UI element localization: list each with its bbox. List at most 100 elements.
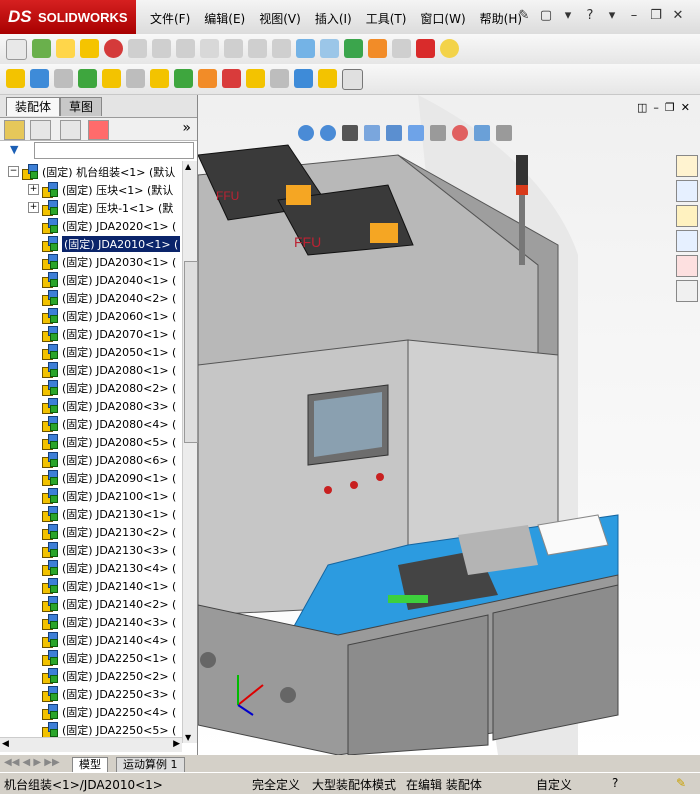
- new-motion-study-icon[interactable]: [198, 69, 217, 88]
- scroll-up-icon[interactable]: ▲: [185, 162, 191, 171]
- tree-root[interactable]: − (固定) 机台组装<1> (默认: [0, 163, 182, 180]
- dropdown-icon[interactable]: ▾: [604, 7, 620, 23]
- balance-icon[interactable]: [56, 39, 75, 58]
- scroll-left-icon[interactable]: ◀: [2, 739, 9, 749]
- spelling-icon[interactable]: [6, 39, 27, 60]
- tree-item[interactable]: (固定) JDA2140<2> (: [0, 595, 182, 612]
- tree-item[interactable]: (固定) JDA2040<1> (: [0, 271, 182, 288]
- tab-motion-study[interactable]: 运动算例 1: [116, 757, 185, 773]
- expand-panel-icon[interactable]: »: [182, 120, 191, 136]
- rebuild-icon[interactable]: ✎: [676, 776, 686, 790]
- tree-item[interactable]: (固定) JDA2020<1> (: [0, 217, 182, 234]
- exploded-view-icon[interactable]: [246, 69, 265, 88]
- menu-window[interactable]: 窗口(W): [420, 10, 465, 27]
- component-icon[interactable]: [6, 69, 25, 88]
- view-settings-icon[interactable]: [496, 125, 512, 141]
- appearances-icon[interactable]: [676, 255, 698, 277]
- tree-item[interactable]: (固定) JDA2130<4> (: [0, 559, 182, 576]
- tab-nav-icons[interactable]: ◀◀ ◀ ▶ ▶▶: [4, 757, 60, 768]
- file-explorer-icon[interactable]: [676, 205, 698, 227]
- pattern-icon[interactable]: [78, 69, 97, 88]
- edit-appearance-icon[interactable]: [452, 125, 468, 141]
- menu-edit[interactable]: 编辑(E): [204, 10, 245, 27]
- close-icon[interactable]: ✕: [670, 7, 686, 23]
- tree-item[interactable]: (固定) JDA2250<3> (: [0, 685, 182, 702]
- assembly-features-icon[interactable]: [150, 69, 169, 88]
- tree-item[interactable]: (固定) JDA2100<1> (: [0, 487, 182, 504]
- menu-view[interactable]: 视图(V): [259, 10, 301, 27]
- explode-icon[interactable]: [320, 39, 339, 58]
- tree-item[interactable]: (固定) JDA2070<1> (: [0, 325, 182, 342]
- toggle-icon[interactable]: [344, 39, 363, 58]
- menu-file[interactable]: 文件(F): [150, 10, 190, 27]
- minimize-icon[interactable]: –: [653, 101, 659, 114]
- design-library-icon[interactable]: [676, 180, 698, 202]
- realview-icon[interactable]: [440, 39, 459, 58]
- measure-icon[interactable]: [104, 39, 123, 58]
- tree-item[interactable]: (固定) JDA2050<1> (: [0, 343, 182, 360]
- display-manager-icon[interactable]: [88, 120, 109, 140]
- tab-model[interactable]: 模型: [72, 757, 108, 773]
- gear-icon[interactable]: [368, 39, 387, 58]
- menu-tools[interactable]: 工具(T): [366, 10, 407, 27]
- scroll-down-icon[interactable]: ▼: [185, 733, 191, 742]
- section-view-icon[interactable]: [364, 125, 380, 141]
- collapse-icon[interactable]: −: [8, 166, 19, 177]
- tree-item[interactable]: (固定) JDA2080<2> (: [0, 379, 182, 396]
- show-hide-icon[interactable]: [126, 69, 145, 88]
- tree-item[interactable]: (固定) JDA2250<2> (: [0, 667, 182, 684]
- help-icon[interactable]: ?: [582, 7, 598, 23]
- sum-icon[interactable]: [200, 39, 219, 58]
- tree-vertical-scrollbar[interactable]: ▲ ▼: [182, 161, 198, 743]
- new-part-icon[interactable]: [30, 69, 49, 88]
- tree-item[interactable]: (固定) JDA2040<2> (: [0, 289, 182, 306]
- solidworks-logo[interactable]: DS SOLIDWORKS: [0, 0, 136, 34]
- tree-item[interactable]: (固定) JDA2080<4> (: [0, 415, 182, 432]
- hide-show-items-icon[interactable]: [430, 125, 446, 141]
- new-document-icon[interactable]: ▢: [538, 7, 554, 23]
- tab-sketch[interactable]: 草图: [60, 97, 103, 116]
- graphics-area[interactable]: FFU FFU ◫ – ❐ ✕: [198, 95, 700, 755]
- tree-item[interactable]: + (固定) 压块<1> (默认: [0, 181, 182, 198]
- expand-icon[interactable]: +: [28, 202, 39, 213]
- smart-fastener-icon[interactable]: [270, 69, 289, 88]
- configuration-manager-icon[interactable]: [60, 120, 81, 140]
- units-selector[interactable]: 自定义: [536, 776, 572, 793]
- restore-icon[interactable]: ❐: [665, 101, 675, 114]
- tree-item[interactable]: (固定) JDA2090<1> (: [0, 469, 182, 486]
- tree-item[interactable]: (固定) JDA2130<3> (: [0, 541, 182, 558]
- filter-icon[interactable]: ▼: [10, 143, 18, 156]
- dropdown-icon[interactable]: ▾: [560, 7, 576, 23]
- pin-icon[interactable]: ✎: [516, 7, 532, 23]
- tree-item[interactable]: (固定) JDA2140<3> (: [0, 613, 182, 630]
- view-orientation-icon[interactable]: [386, 125, 402, 141]
- move-component-icon[interactable]: [102, 69, 121, 88]
- tree-item[interactable]: (固定) JDA2140<4> (: [0, 631, 182, 648]
- minimize-icon[interactable]: –: [626, 7, 642, 23]
- expand-icon[interactable]: +: [28, 184, 39, 195]
- tree-item[interactable]: (固定) JDA2140<1> (: [0, 577, 182, 594]
- filter-input[interactable]: [34, 142, 194, 159]
- tree-item[interactable]: (固定) JDA2030<1> (: [0, 253, 182, 270]
- scroll-thumb[interactable]: [184, 261, 198, 443]
- property-manager-icon[interactable]: [30, 120, 51, 140]
- tree-item[interactable]: (固定) JDA2010<1> (: [0, 235, 182, 252]
- attach-icon[interactable]: [54, 69, 73, 88]
- tree-item[interactable]: (固定) JDA2060<1> (: [0, 307, 182, 324]
- split-view-icon[interactable]: ◫: [637, 101, 647, 114]
- tree-item[interactable]: + (固定) 压块-1<1> (默: [0, 199, 182, 216]
- apply-scene-icon[interactable]: [474, 125, 490, 141]
- zoom-to-fit-icon[interactable]: [298, 125, 314, 141]
- custom-properties-icon[interactable]: [676, 280, 698, 302]
- appearance-icon[interactable]: [416, 39, 435, 58]
- restore-icon[interactable]: ❐: [648, 7, 664, 23]
- insert-component-icon[interactable]: [80, 39, 99, 58]
- tree-item[interactable]: (固定) JDA2250<4> (: [0, 703, 182, 720]
- tree-horizontal-scrollbar[interactable]: ◀ ▶: [0, 737, 182, 752]
- previous-view-icon[interactable]: [342, 125, 358, 141]
- tree-item[interactable]: (固定) JDA2080<5> (: [0, 433, 182, 450]
- instant3d-icon[interactable]: [294, 69, 313, 88]
- display-style-icon[interactable]: [408, 125, 424, 141]
- speedpak-icon[interactable]: [318, 69, 337, 88]
- help-icon[interactable]: ?: [612, 776, 618, 790]
